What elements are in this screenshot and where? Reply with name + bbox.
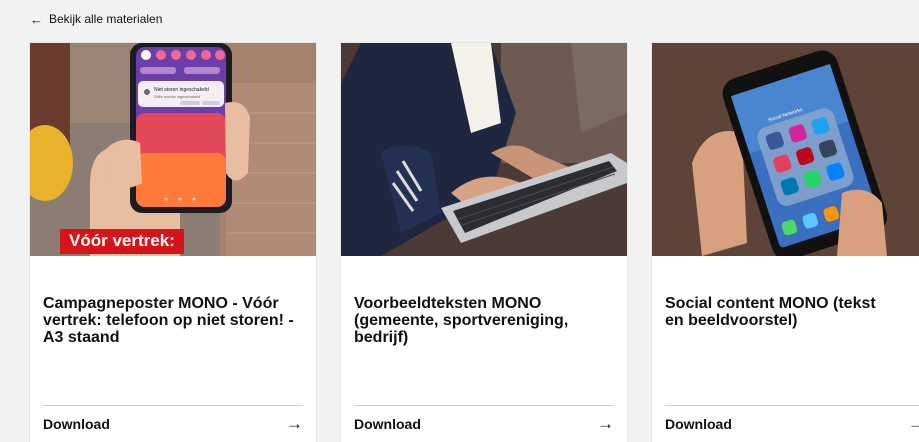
material-card-sample-texts: Voorbeeldteksten MONO (gemeente, sportve…: [341, 43, 627, 442]
download-label: Download: [665, 415, 732, 432]
campaign-badge: Vóór vertrek:: [60, 229, 184, 254]
material-card-social-content: Social Networks Social content MONO (tek…: [652, 43, 919, 442]
back-link-label: Bekijk alle materialen: [49, 12, 163, 26]
card-title: Social content MONO (tekst en beeldvoorst…: [665, 295, 876, 329]
arrow-right-icon: →: [908, 414, 919, 433]
card-title: Campagneposter MONO - Vóór vertrek: tele…: [43, 295, 294, 346]
card-title: Voorbeeldteksten MONO (gemeente, sportve…: [354, 295, 569, 346]
material-card-campaign-poster: Niet storen ingeschakeld Stille modus in…: [30, 43, 316, 442]
download-label: Download: [354, 415, 421, 432]
card-divider: [354, 405, 614, 406]
arrow-right-icon: →: [597, 414, 614, 433]
arrow-left-icon: ←: [30, 11, 43, 27]
download-label: Download: [43, 415, 110, 432]
back-to-all-materials-link[interactable]: ← Bekijk alle materialen: [30, 12, 162, 26]
arrow-right-icon: →: [286, 414, 303, 433]
card-divider: [665, 405, 919, 406]
download-link[interactable]: Download →: [665, 415, 919, 432]
card-image-phone-social-apps: Social Networks: [652, 43, 919, 256]
card-image-person-typing-laptop: [341, 43, 627, 256]
card-image-phone-do-not-disturb: Niet storen ingeschakeld Stille modus in…: [30, 43, 316, 256]
notification-title: Niet storen ingeschakeld: [154, 87, 209, 93]
notification-subtitle: Stille modus ingeschakeld: [154, 94, 200, 99]
card-divider: [43, 405, 303, 406]
download-link[interactable]: Download →: [354, 415, 614, 432]
download-link[interactable]: Download →: [43, 415, 303, 432]
